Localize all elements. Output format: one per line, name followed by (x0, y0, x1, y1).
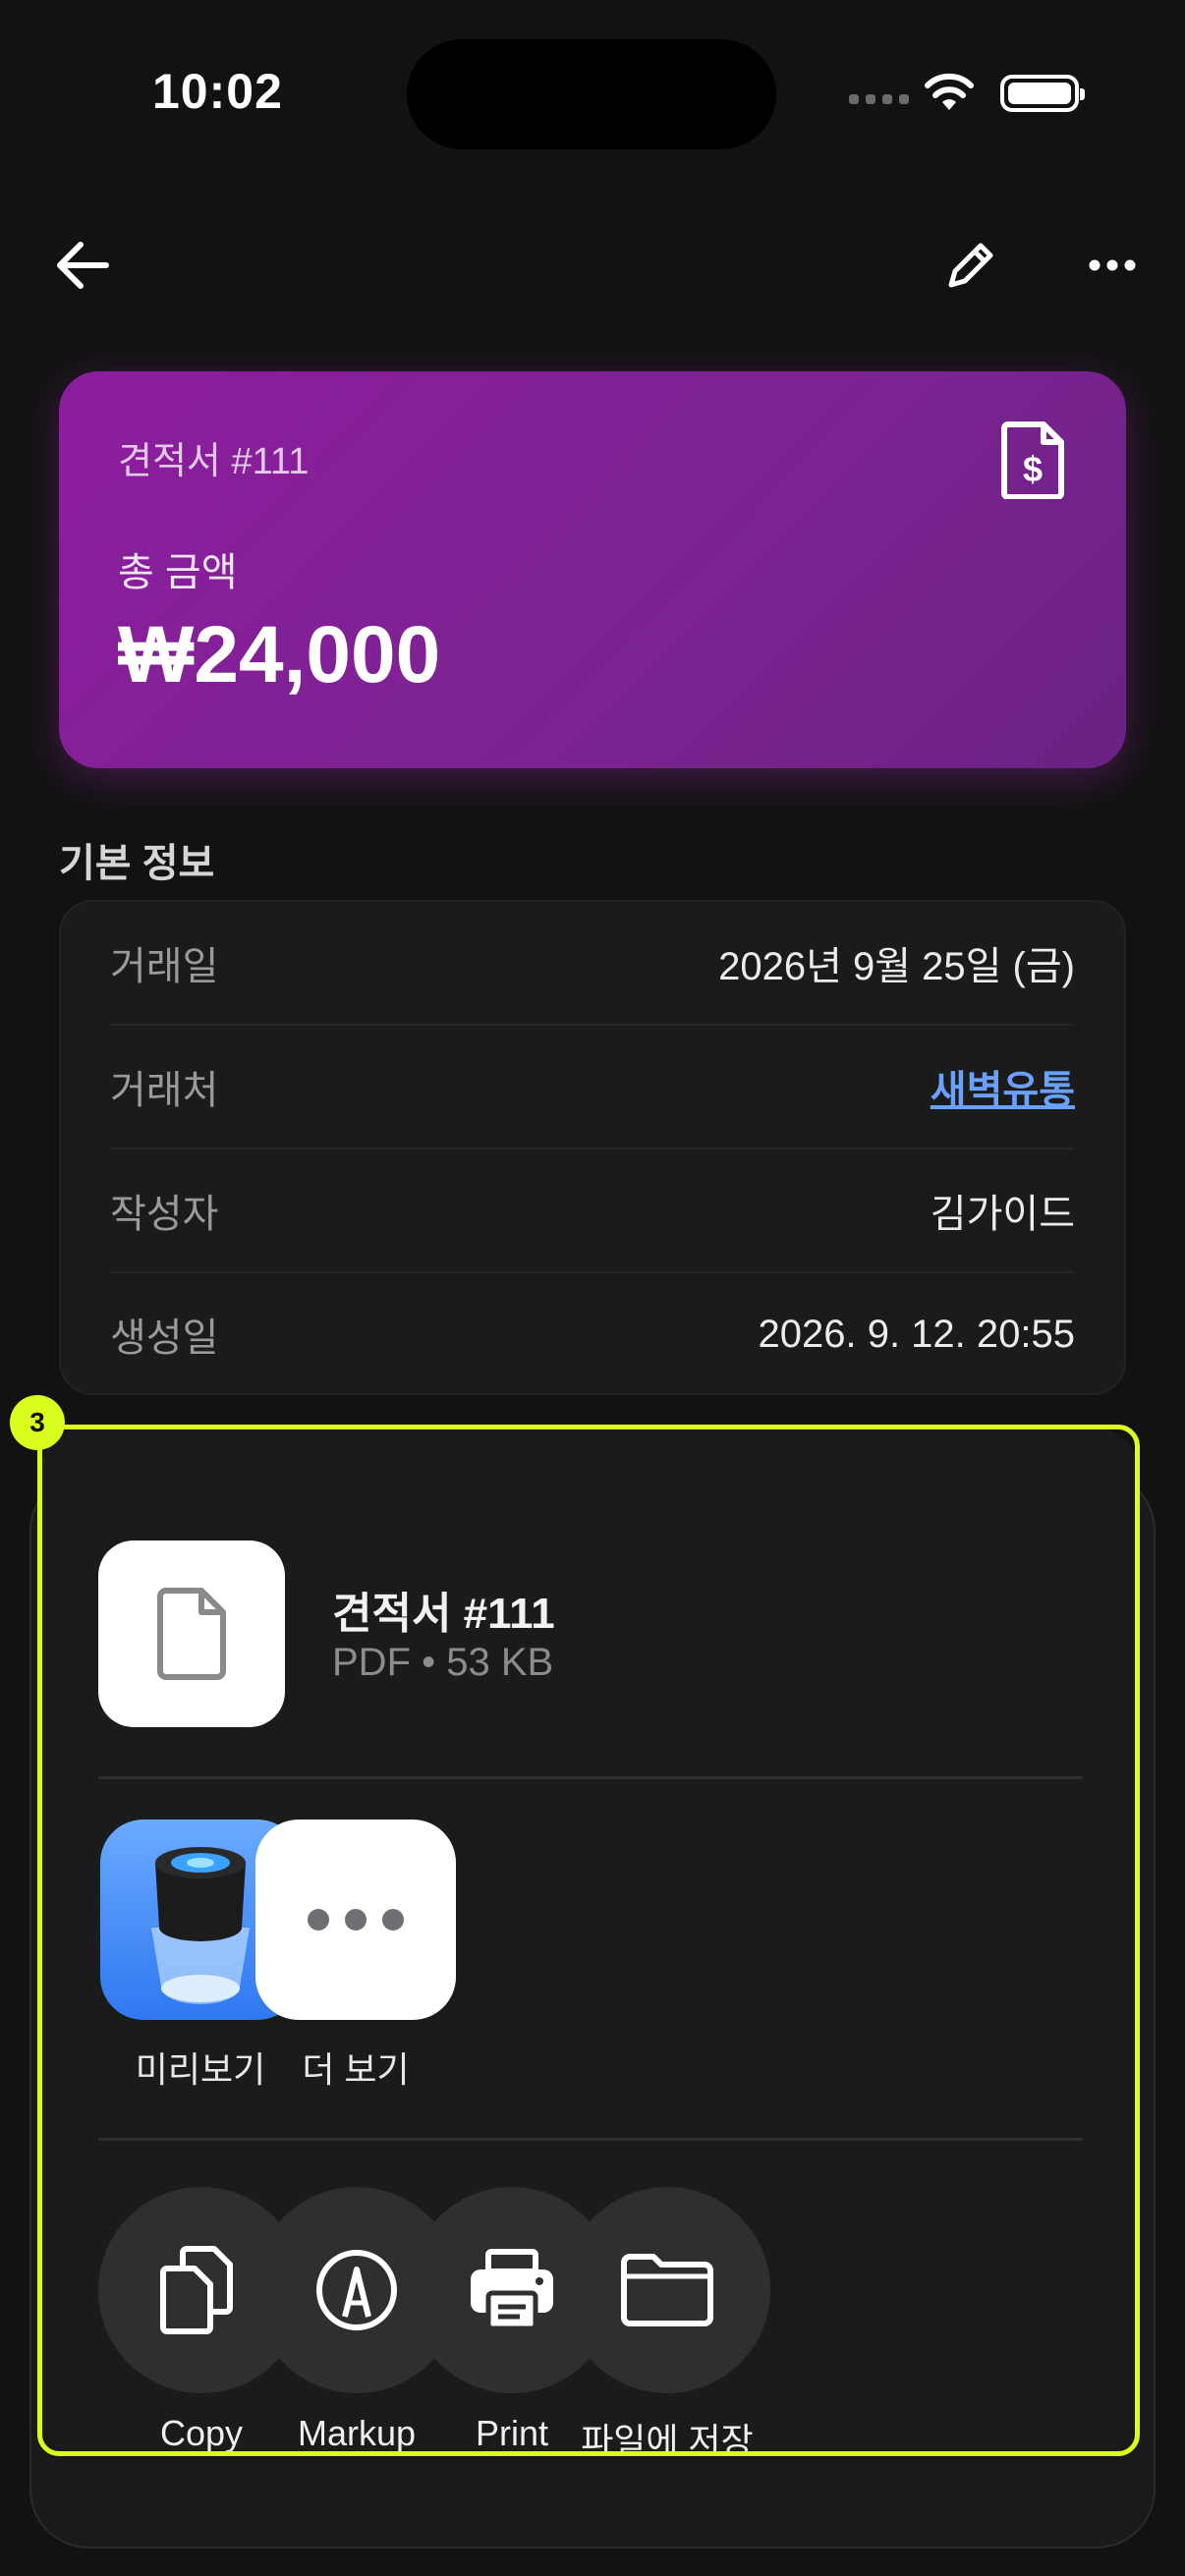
divider (98, 2138, 1083, 2141)
total-amount: ₩24,000 (118, 610, 441, 700)
info-value: 2026. 9. 12. 20:55 (758, 1312, 1076, 1356)
info-value: 2026년 9월 25일 (금) (718, 945, 1075, 988)
cellular-signal-icon (849, 94, 910, 110)
ellipsis-icon (1089, 259, 1136, 271)
file-thumbnail (98, 1540, 285, 1727)
edit-button[interactable] (931, 226, 1010, 305)
markup-icon (316, 2250, 397, 2330)
total-label: 총 금액 (118, 551, 238, 594)
more-options-button[interactable] (1073, 226, 1152, 305)
basic-info-title: 기본 정보 (59, 842, 215, 885)
share-sheet: 견적서 #111 PDF • 53 KB 미리보기 더 보기 Copy Mark… (39, 1427, 1140, 2454)
more-apps-icon (255, 1820, 456, 2020)
wifi-icon (925, 73, 974, 110)
info-label: 작성자 (110, 1193, 219, 1236)
info-label: 거래일 (110, 945, 219, 988)
back-button[interactable] (43, 226, 122, 305)
copy-icon (160, 2246, 233, 2334)
dynamic-island (407, 39, 776, 149)
total-amount-card: 견적서 #111 총 금액 ₩24,000 $ (59, 371, 1126, 768)
action-save-to-files[interactable]: 파일에 저장 (564, 2187, 770, 2454)
status-time: 10:02 (152, 64, 283, 119)
client-link[interactable]: 새벽유통 (931, 1058, 1075, 1115)
info-label: 생성일 (110, 1316, 219, 1360)
basic-info-card: 거래일 2026년 9월 25일 (금) 거래처 새벽유통 작성자 김가이드 생… (59, 900, 1126, 1395)
document-title: 견적서 #111 (118, 441, 310, 482)
info-value: 김가이드 (930, 1193, 1075, 1236)
invoice-dollar-icon: $ (1001, 421, 1064, 499)
status-bar: 10:02 (0, 0, 1185, 196)
action-label: 파일에 저장 (581, 2421, 754, 2454)
annotation-badge: 3 (10, 1395, 65, 1450)
printer-icon (471, 2249, 553, 2331)
document-icon (157, 1588, 226, 1680)
file-meta: PDF • 53 KB (332, 1641, 554, 1684)
file-name: 견적서 #111 (332, 1590, 555, 1638)
app-label: 더 보기 (302, 2049, 410, 2090)
info-row-client: 거래처 새벽유통 (110, 1026, 1075, 1148)
info-row-transaction-date: 거래일 2026년 9월 25일 (금) (110, 902, 1075, 1024)
battery-icon (1000, 75, 1085, 112)
info-label: 거래처 (110, 1069, 219, 1112)
pencil-icon (948, 243, 993, 288)
svg-text:$: $ (1023, 449, 1043, 489)
info-row-created: 생성일 2026. 9. 12. 20:55 (110, 1273, 1075, 1395)
info-row-author: 작성자 김가이드 (110, 1149, 1075, 1271)
folder-icon (621, 2254, 713, 2326)
back-arrow-icon (57, 242, 109, 289)
app-more[interactable]: 더 보기 (255, 1820, 456, 2093)
divider (98, 1776, 1083, 1779)
